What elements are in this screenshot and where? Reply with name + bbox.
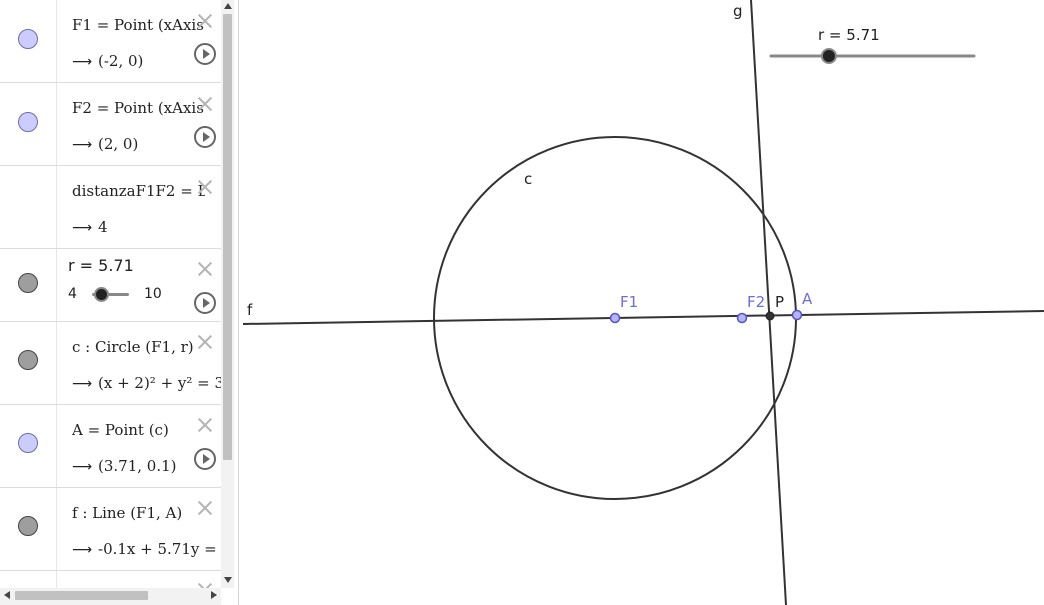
label-g: g [733, 2, 743, 20]
close-icon[interactable] [196, 260, 214, 278]
row-divider [56, 488, 57, 570]
graphics-slider-label[interactable]: r = 5.71 [818, 26, 880, 44]
value-c: ⟶ (x + 2)² + y² = 32.6 [72, 374, 221, 392]
scroll-up-icon[interactable] [224, 3, 232, 9]
play-icon[interactable] [194, 43, 216, 65]
visibility-toggle-f[interactable] [18, 516, 38, 536]
arrow-icon: ⟶ [72, 54, 93, 70]
arrow-icon: ⟶ [72, 542, 93, 558]
arrow-icon: ⟶ [72, 376, 93, 392]
close-icon[interactable] [196, 12, 214, 30]
algebra-view: F1 = Point (xAxis) ⟶ (-2, 0) F2 = Point (… [0, 0, 234, 605]
algebra-row-distance[interactable]: distanzaF1F2 = Distance (F1, F2) ⟶4 [0, 166, 221, 249]
label-f: f [247, 301, 253, 319]
slider-label-r[interactable]: r = 5.71 [68, 256, 134, 275]
graphics-canvas[interactable]: g c f F1 F2 P A [243, 0, 1044, 605]
visibility-toggle-f1[interactable] [18, 29, 38, 49]
scroll-down-icon[interactable] [224, 577, 232, 583]
label-p: P [775, 293, 784, 311]
point-a[interactable] [791, 309, 803, 321]
definition-c[interactable]: c : Circle (F1, r) [72, 338, 205, 356]
play-icon[interactable] [194, 292, 216, 314]
arrow-icon: ⟶ [72, 220, 93, 236]
value-distance: ⟶ 4 [72, 218, 221, 236]
row-divider [56, 83, 57, 165]
algebra-row-slider-r[interactable]: r = 5.71 4 10 [0, 249, 221, 322]
play-icon[interactable] [194, 448, 216, 470]
slider-thumb[interactable] [94, 287, 109, 302]
visibility-toggle-f2[interactable] [18, 112, 38, 132]
graphics-slider-thumb[interactable] [820, 48, 837, 64]
definition-distance[interactable]: distanzaF1F2 = Distance (F1, F2) [72, 182, 205, 200]
value-text-f1: (-2, 0) [98, 52, 144, 70]
value-text-a: (3.71, 0.1) [98, 457, 177, 475]
value-text-f: -0.1x + 5.71y = 0.2 [98, 540, 221, 558]
row-divider [56, 571, 57, 588]
arrow-icon: ⟶ [72, 459, 93, 475]
value-f: ⟶ -0.1x + 5.71y = 0.2 [72, 540, 221, 558]
algebra-row-f2[interactable]: F2 = Point (xAxis) ⟶ (2, 0) [0, 83, 221, 166]
graphics-view[interactable]: g c f F1 F2 P A r = 5.71 [243, 0, 1044, 605]
algebra-row-line-f[interactable]: f : Line (F1, A) ⟶ -0.1x + 5.71y = 0.2 [0, 488, 221, 571]
algebra-row-a[interactable]: A = Point (c) ⟶ (3.71, 0.1) [0, 405, 221, 488]
play-icon[interactable] [194, 126, 216, 148]
visibility-toggle-r[interactable] [18, 273, 38, 293]
value-text-distance: 4 [98, 218, 108, 236]
algebra-row-circle-c[interactable]: c : Circle (F1, r) ⟶ (x + 2)² + y² = 32.6 [0, 322, 221, 405]
algebra-row-f1[interactable]: F1 = Point (xAxis) ⟶ (-2, 0) [0, 0, 221, 83]
point-f2[interactable] [736, 312, 748, 324]
row-divider [56, 322, 57, 404]
row-divider [56, 166, 57, 248]
definition-f[interactable]: f : Line (F1, A) [72, 504, 205, 522]
label-f2: F2 [747, 293, 765, 311]
visibility-toggle-c[interactable] [18, 350, 38, 370]
definition-f1[interactable]: F1 = Point (xAxis) [72, 16, 205, 34]
vertical-scroll-thumb[interactable] [223, 14, 232, 460]
view-splitter[interactable] [238, 0, 242, 605]
label-f1: F1 [620, 293, 638, 311]
label-c: c [524, 170, 532, 188]
close-icon[interactable] [196, 416, 214, 434]
horizontal-scroll-thumb[interactable] [15, 591, 148, 600]
value-text-f2: (2, 0) [98, 135, 139, 153]
close-icon[interactable] [196, 95, 214, 113]
algebra-row-partial[interactable] [0, 571, 221, 588]
close-icon[interactable] [196, 499, 214, 517]
definition-a[interactable]: A = Point (c) [72, 421, 205, 439]
close-icon[interactable] [196, 333, 214, 351]
label-a: A [802, 290, 813, 308]
slider-min: 4 [68, 286, 77, 302]
row-divider [56, 249, 57, 321]
row-divider [56, 405, 57, 487]
line-f[interactable] [243, 310, 1044, 325]
visibility-toggle-a[interactable] [18, 433, 38, 453]
value-text-c: (x + 2)² + y² = 32.6 [98, 374, 221, 392]
point-f1[interactable] [609, 312, 621, 324]
definition-f2[interactable]: F2 = Point (xAxis) [72, 99, 205, 117]
slider-max: 10 [144, 286, 162, 302]
close-icon[interactable] [196, 178, 214, 196]
point-p[interactable] [765, 311, 775, 321]
row-divider [56, 0, 57, 82]
arrow-icon: ⟶ [72, 137, 93, 153]
scroll-right-icon[interactable] [211, 591, 217, 599]
scroll-left-icon[interactable] [4, 591, 10, 599]
